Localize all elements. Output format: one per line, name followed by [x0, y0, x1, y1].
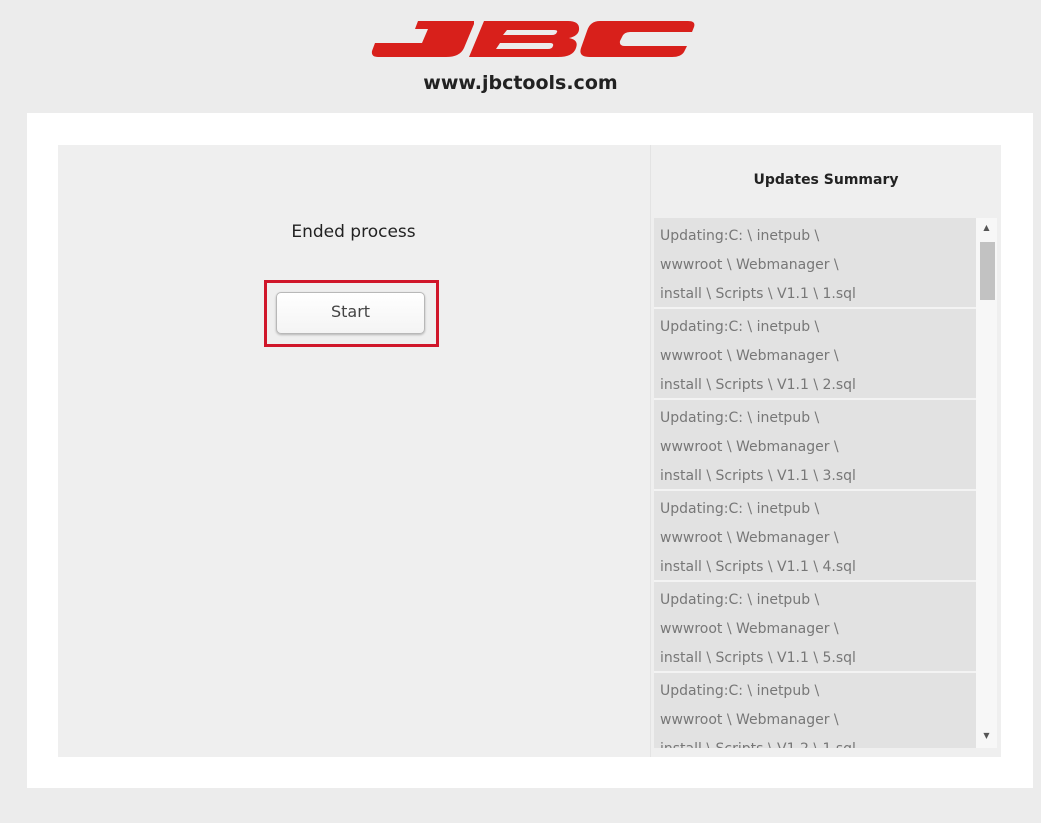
main-panel: Ended process Start Updates Summary Upda… [27, 113, 1033, 788]
start-button-highlight: Start [264, 280, 439, 347]
triangle-down-icon[interactable]: ▼ [976, 728, 997, 744]
jbc-logo [371, 21, 695, 57]
process-status: Ended process [291, 222, 416, 242]
site-url: www.jbctools.com [423, 72, 618, 94]
list-item[interactable]: Updating:C: \ inetpub \ wwwroot \ Webman… [654, 400, 976, 491]
updates-list-scrollbar[interactable]: ▲ ▼ [976, 218, 997, 748]
updates-list[interactable]: Updating:C: \ inetpub \ wwwroot \ Webman… [654, 218, 997, 748]
process-area: Ended process Start [58, 145, 649, 757]
updates-summary-panel: Updates Summary Updating:C: \ inetpub \ … [650, 145, 1001, 757]
list-item[interactable]: Updating:C: \ inetpub \ wwwroot \ Webman… [654, 309, 976, 400]
list-item[interactable]: Updating:C: \ inetpub \ wwwroot \ Webman… [654, 582, 976, 673]
content-area: Ended process Start Updates Summary Upda… [58, 145, 1001, 757]
header: www.jbctools.com [0, 0, 1041, 112]
updates-list-items: Updating:C: \ inetpub \ wwwroot \ Webman… [654, 218, 976, 748]
scrollbar-thumb[interactable] [980, 242, 995, 300]
list-item[interactable]: Updating:C: \ inetpub \ wwwroot \ Webman… [654, 673, 976, 748]
updates-summary-title: Updates Summary [753, 172, 899, 188]
list-item[interactable]: Updating:C: \ inetpub \ wwwroot \ Webman… [654, 218, 976, 309]
list-item[interactable]: Updating:C: \ inetpub \ wwwroot \ Webman… [654, 491, 976, 582]
triangle-up-icon[interactable]: ▲ [976, 220, 997, 236]
start-button[interactable]: Start [276, 292, 425, 334]
